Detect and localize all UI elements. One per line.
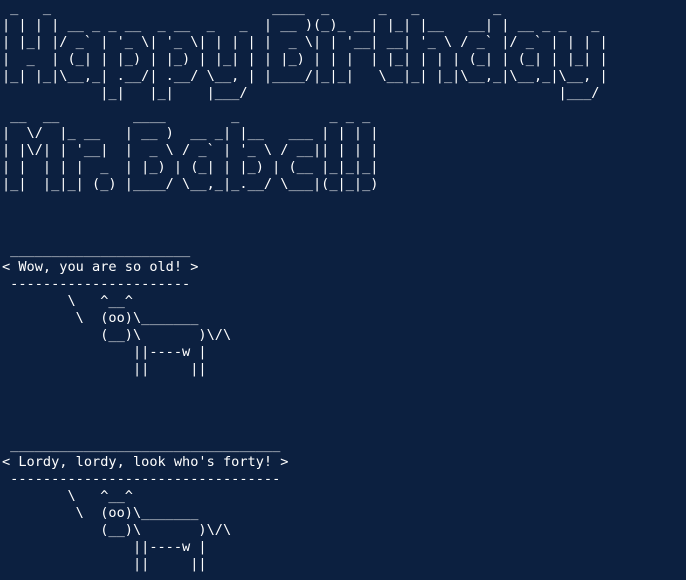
speech-bubble-top: ______________________	[2, 242, 199, 258]
cow-ascii-row: || ||	[2, 361, 207, 377]
speech-bubble-bottom: ----------------------	[2, 276, 199, 292]
figlet-row: |_| |_| |___/ |___/	[2, 85, 608, 101]
cow-ascii-row: \ ^__^	[2, 488, 133, 504]
speech-bubble-top: _________________________________	[2, 437, 289, 453]
figlet-row: | |\/| | '__| | _ \ / _` | '_ \ / __|| |…	[2, 142, 379, 158]
cow-ascii-row: \ (oo)\_______	[2, 505, 199, 521]
cow-ascii-row: || ||	[2, 556, 207, 572]
speech-bubble-message: < Lordy, lordy, look who's forty! >	[2, 454, 289, 470]
figlet-row: | \/ |_ __ | __ ) __ _| |__ ___ | | | |	[2, 125, 379, 141]
terminal-window[interactable]: _ _ ____ _ _ _ _ | | | | __ _ _ __ _ __ …	[0, 0, 686, 580]
figlet-row: | _ | (_| | |_) | |_) | |_| | | |_) | | …	[2, 51, 608, 67]
figlet-banner-line-2: __ __ ____ _ _ _ _ | \/ |_ __ | __ ) __ …	[2, 108, 378, 227]
figlet-row: _ _ ____ _ _ _ _	[2, 0, 608, 16]
speech-bubble-bottom: ---------------------------------	[2, 471, 289, 487]
figlet-row: __ __ ____ _ _ _ _	[2, 108, 379, 124]
figlet-row: | | | | __ _ _ __ _ __ _ _ | __ )(_)_ __…	[2, 17, 608, 33]
cow-ascii-row: ||----w |	[2, 344, 207, 360]
cow-ascii-row: (__)\ )\/\	[2, 327, 232, 343]
cow-ascii-row: \ (oo)\_______	[2, 310, 199, 326]
cow-ascii-row: \ ^__^	[2, 293, 133, 309]
figlet-row: |_| |_|_| (_) |____/ \__,_|_.__/ \___|(_…	[2, 176, 379, 192]
figlet-row: | | | | | _ | |_) | (_| | |_) | (__ |_|_…	[2, 159, 379, 175]
cow-ascii-row: (__)\ )\/\	[2, 522, 232, 538]
speech-bubble-message: < Wow, you are so old! >	[2, 259, 199, 275]
cow-ascii-row: ||----w |	[2, 539, 207, 555]
figlet-row: | |_| |/ _` | '_ \| '_ \| | | | | _ \| |…	[2, 34, 608, 50]
figlet-row: |_| |_|\__,_| .__/| .__/ \__, | |____/|_…	[2, 68, 608, 84]
